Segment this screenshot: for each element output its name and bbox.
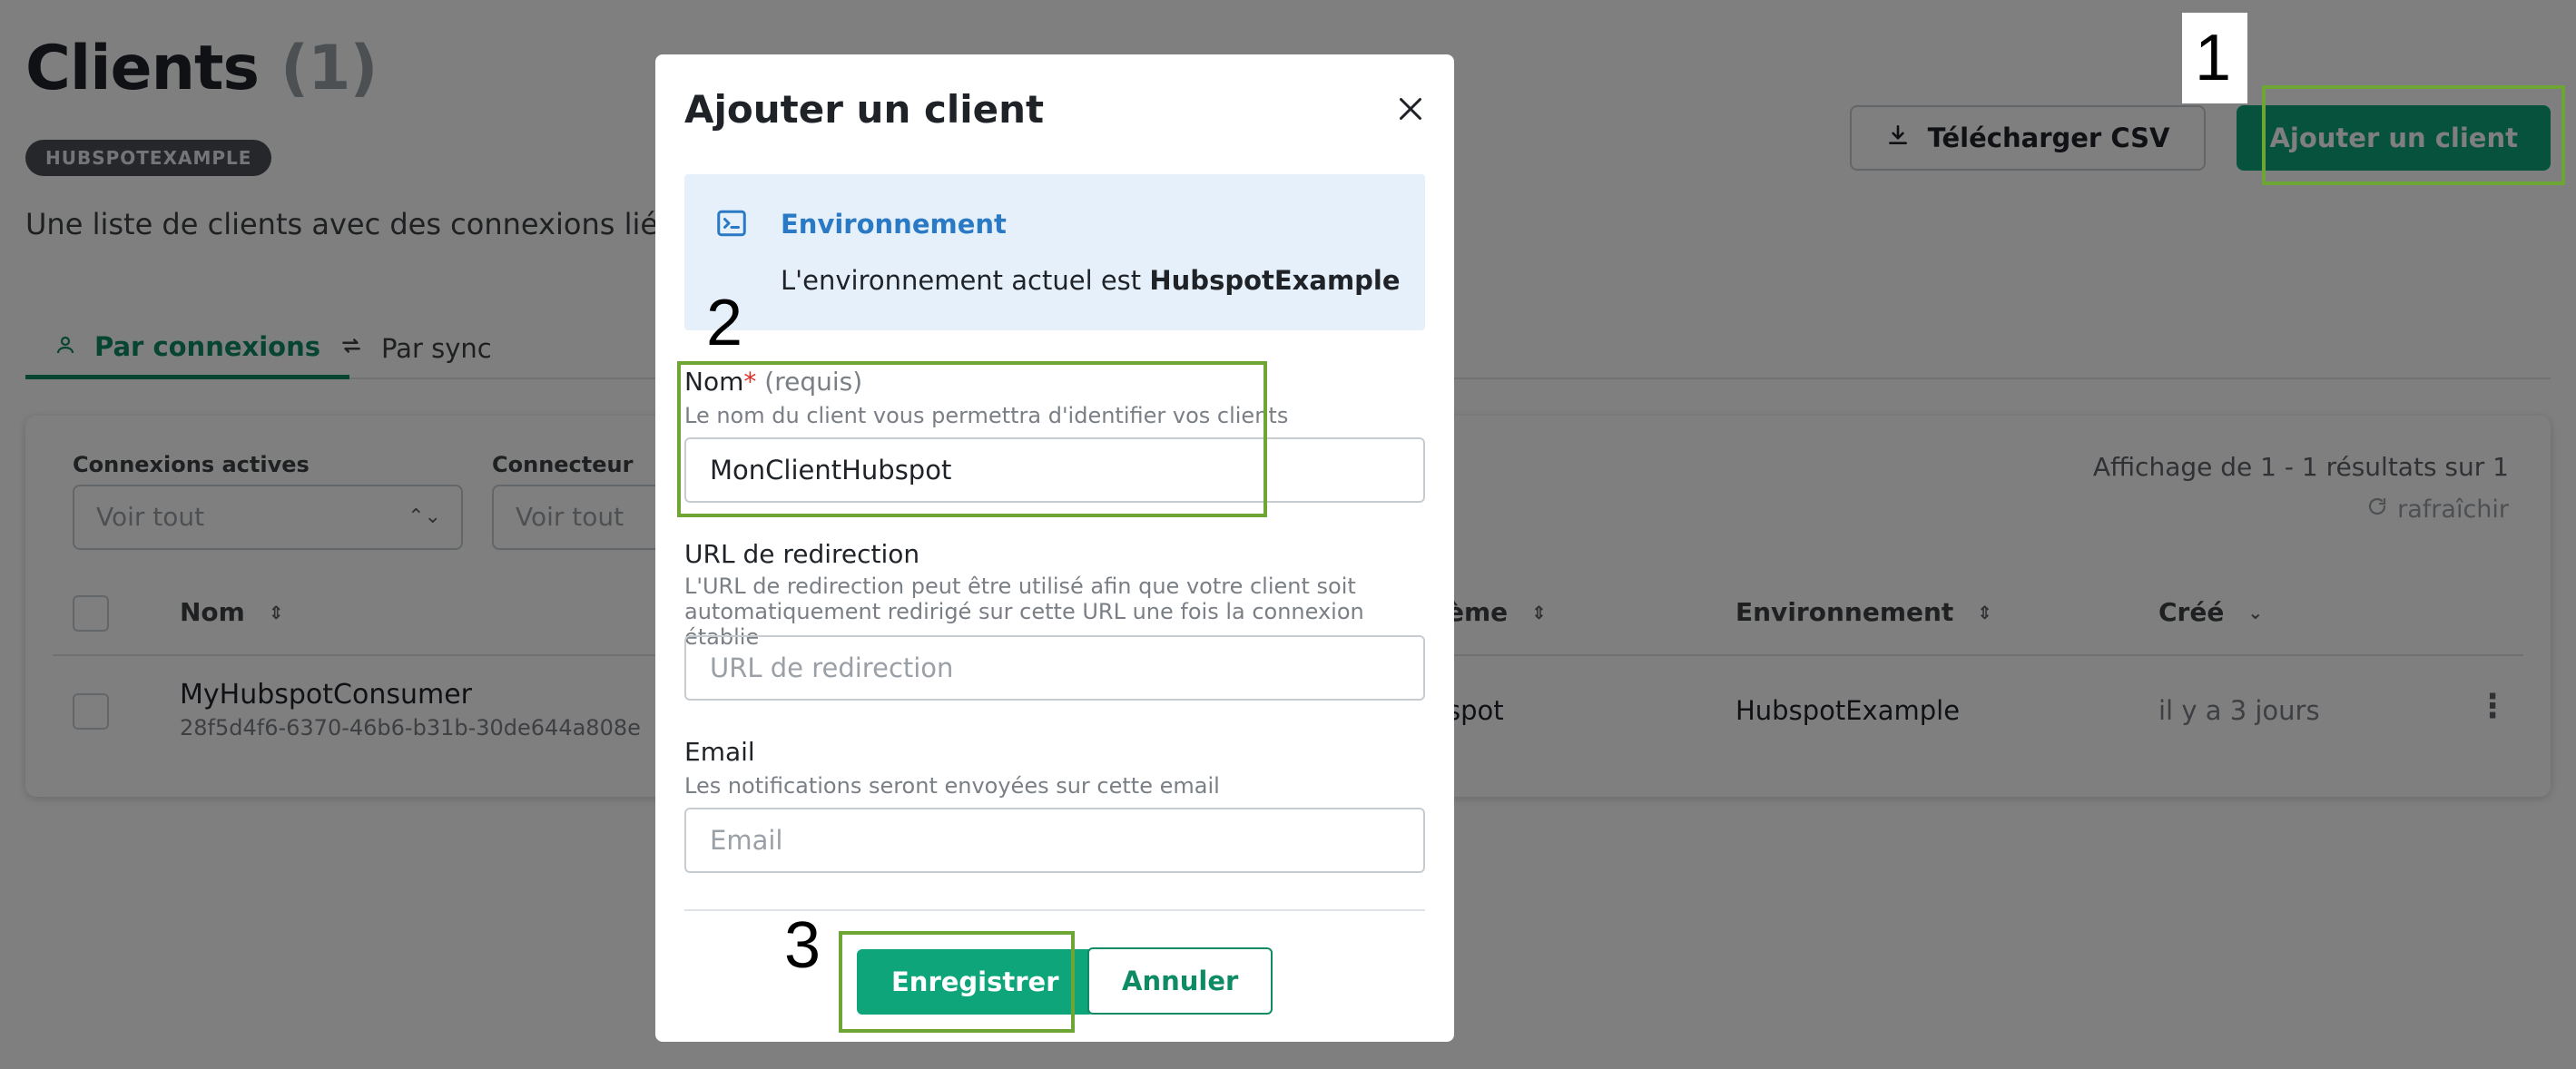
redirect-url-field-label: URL de redirection xyxy=(684,539,920,569)
step-3-marker: 3 xyxy=(784,909,821,982)
close-icon[interactable] xyxy=(1394,93,1427,125)
email-field-help: Les notifications seront envoyées sur ce… xyxy=(684,773,1220,799)
email-input[interactable]: Email xyxy=(684,808,1425,873)
environment-info-box: Environnement L'environnement actuel est… xyxy=(684,174,1425,330)
highlight-name-field xyxy=(677,361,1267,517)
step-1-marker: 1 xyxy=(2195,22,2232,94)
add-client-modal: Ajouter un client Environnement L'enviro… xyxy=(655,54,1454,1042)
highlight-save-button xyxy=(839,931,1075,1033)
environment-info-name: HubspotExample xyxy=(1149,265,1401,296)
step-2-marker: 2 xyxy=(706,287,743,359)
cancel-button[interactable]: Annuler xyxy=(1087,947,1273,1015)
environment-info-prefix: L'environnement actuel est xyxy=(781,265,1150,296)
redirect-url-input[interactable]: URL de redirection xyxy=(684,635,1425,701)
environment-info-text: L'environnement actuel est HubspotExampl… xyxy=(781,265,1401,296)
environment-info-title: Environnement xyxy=(781,209,1007,240)
modal-title: Ajouter un client xyxy=(684,87,1045,132)
terminal-icon xyxy=(715,207,748,240)
email-field-label: Email xyxy=(684,737,755,767)
highlight-add-client xyxy=(2262,85,2565,185)
